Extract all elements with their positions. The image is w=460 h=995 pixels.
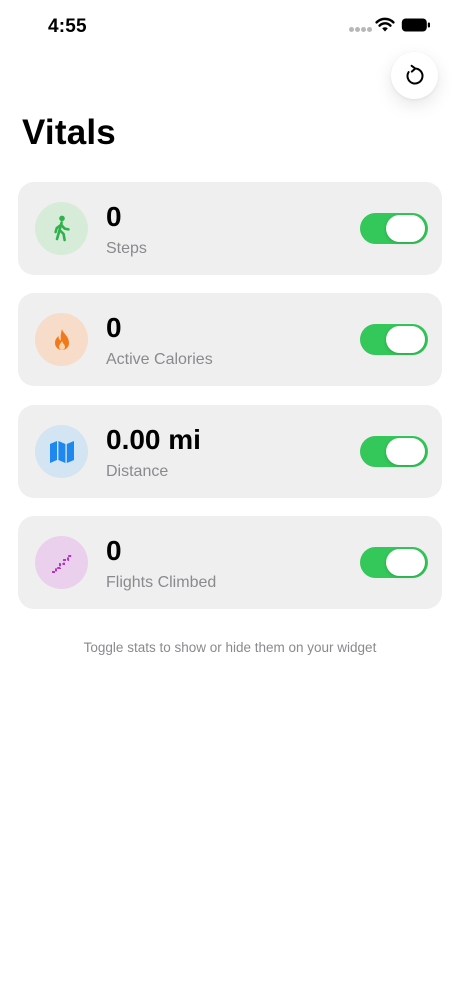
calories-value: 0 <box>106 312 122 343</box>
toggle-knob <box>386 215 425 242</box>
status-time: 4:55 <box>48 16 87 37</box>
walking-icon <box>53 215 70 241</box>
toggle-knob <box>386 549 425 576</box>
stairs-icon <box>51 554 72 573</box>
footer-hint: Toggle stats to show or hide them on you… <box>83 640 377 655</box>
refresh-button[interactable] <box>391 52 438 99</box>
flame-icon <box>54 328 69 350</box>
steps-value: 0 <box>106 201 122 232</box>
wifi-icon <box>375 17 395 32</box>
steps-label: Steps <box>106 240 147 257</box>
distance-toggle[interactable] <box>360 436 428 467</box>
flights-value: 0 <box>106 535 122 566</box>
steps-toggle[interactable] <box>360 213 428 244</box>
flights-icon-badge <box>35 536 88 589</box>
cellular-signal-icon <box>349 27 373 33</box>
stat-card-distance: 0.00 mi Distance <box>18 405 442 498</box>
distance-value: 0.00 mi <box>106 424 201 455</box>
status-bar: 4:55 <box>0 0 460 52</box>
calories-toggle[interactable] <box>360 324 428 355</box>
map-icon <box>49 440 74 463</box>
refresh-icon <box>406 64 423 84</box>
stat-card-steps: 0 Steps <box>18 182 442 275</box>
distance-icon-badge <box>35 425 88 478</box>
distance-label: Distance <box>106 463 169 480</box>
steps-icon-badge <box>35 202 88 255</box>
calories-icon-badge <box>35 313 88 366</box>
battery-icon <box>401 18 430 32</box>
stat-card-active-calories: 0 Active Calories <box>18 293 442 386</box>
page-title: Vitals <box>22 113 116 152</box>
toggle-knob <box>386 438 425 465</box>
calories-label: Active Calories <box>106 351 213 368</box>
stat-card-flights-climbed: 0 Flights Climbed <box>18 516 442 609</box>
flights-label: Flights Climbed <box>106 574 217 591</box>
toggle-knob <box>386 326 425 353</box>
flights-toggle[interactable] <box>360 547 428 578</box>
